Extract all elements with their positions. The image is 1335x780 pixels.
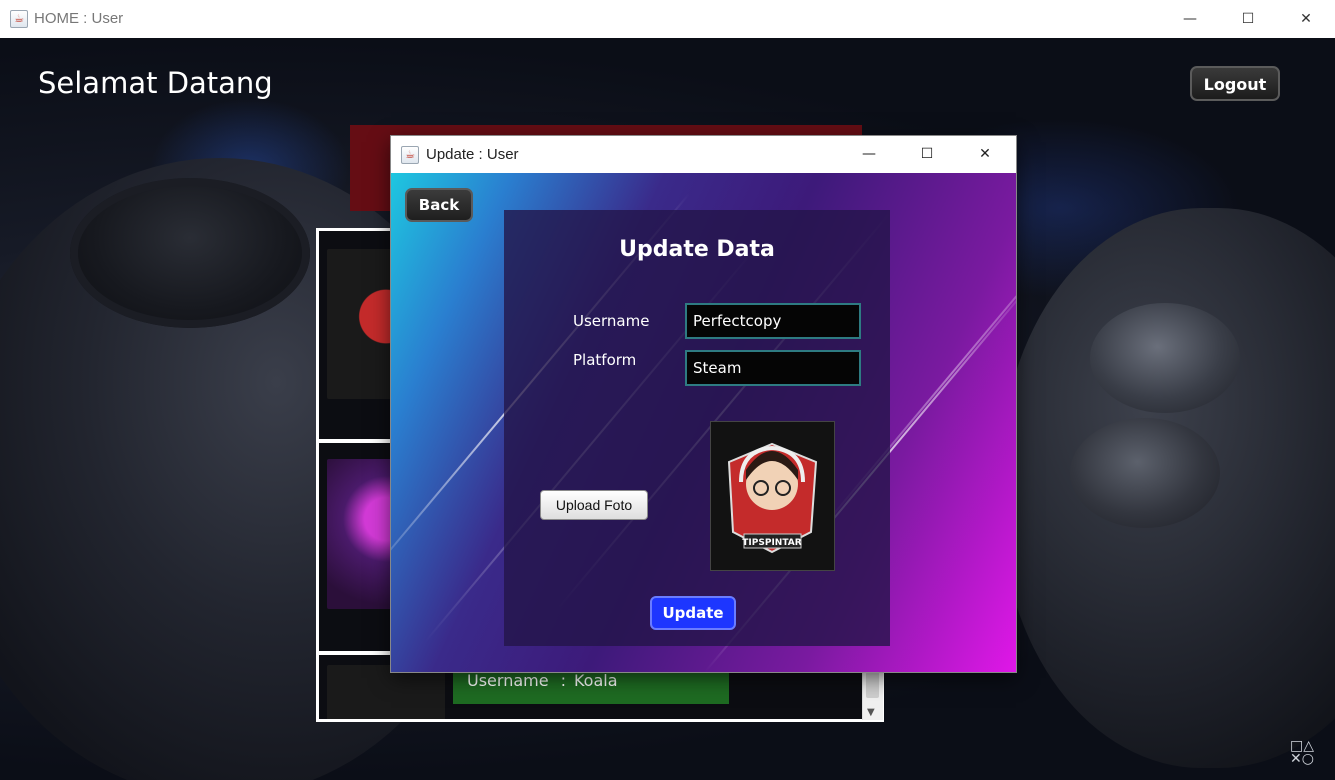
back-button[interactable]: Back — [405, 188, 473, 222]
platform-label: Platform — [573, 351, 637, 369]
close-icon[interactable]: ✕ — [1277, 0, 1335, 38]
dialog-body: Back Update Data Username Platform Uploa… — [391, 173, 1016, 672]
separator: : — [560, 671, 566, 690]
welcome-heading: Selamat Datang — [38, 66, 273, 100]
dialog-titlebar: ☕ Update : User — ☐ ✕ — [391, 136, 1016, 173]
avatar-caption: TIPSPINTAR — [742, 538, 801, 548]
main-window-title: HOME : User — [34, 10, 124, 27]
username-field[interactable] — [685, 303, 861, 339]
java-app-icon: ☕ — [10, 10, 28, 28]
update-data-heading: Update Data — [619, 237, 775, 262]
username-label: Username — [573, 312, 650, 330]
triangle-button-image — [1090, 303, 1240, 413]
username-value: Koala — [573, 671, 618, 690]
profile-photo: TIPSPINTAR — [710, 421, 835, 571]
avatar-image: TIPSPINTAR — [711, 422, 834, 570]
close-icon[interactable]: ✕ — [956, 136, 1014, 173]
scroll-down-icon[interactable]: ▼ — [867, 707, 875, 718]
maximize-icon[interactable]: ☐ — [1219, 0, 1277, 38]
platform-field[interactable] — [685, 350, 861, 386]
minimize-icon[interactable]: — — [1161, 0, 1219, 38]
dialog-title: Update : User — [426, 146, 519, 163]
update-user-dialog: ☕ Update : User — ☐ ✕ Back Update Data U… — [391, 136, 1016, 672]
controller-stick — [70, 178, 310, 328]
update-button[interactable]: Update — [650, 596, 736, 630]
main-titlebar: ☕ HOME : User — ☐ ✕ — [0, 0, 1335, 39]
logout-button[interactable]: Logout — [1190, 66, 1280, 101]
maximize-icon[interactable]: ☐ — [898, 136, 956, 173]
circle-button-image — [1070, 418, 1220, 528]
upload-photo-button[interactable]: Upload Foto — [540, 490, 648, 520]
username-label: Username — [467, 671, 549, 690]
java-app-icon: ☕ — [401, 146, 419, 164]
playstation-symbols-icon: □△ ✕○ — [1290, 738, 1314, 767]
minimize-icon[interactable]: — — [840, 136, 898, 173]
scrollbar-thumb[interactable] — [866, 672, 879, 698]
user-avatar — [327, 665, 445, 719]
list-scrollbar[interactable]: ▼ — [862, 672, 883, 720]
